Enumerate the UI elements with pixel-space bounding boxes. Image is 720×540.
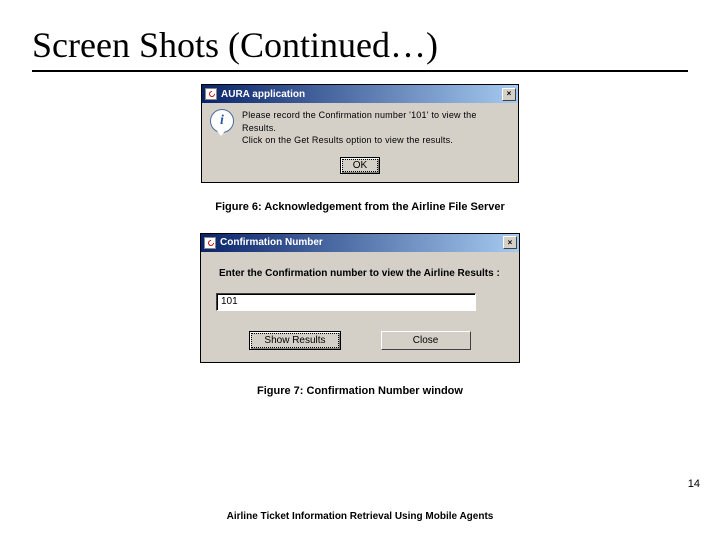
ack-dialog-body: i Please record the Confirmation number … [202, 103, 518, 153]
ack-message-line1: Please record the Confirmation number '1… [242, 109, 510, 134]
ack-message-line2: Click on the Get Results option to view … [242, 134, 510, 147]
titlebar-left: Confirmation Number [204, 237, 323, 249]
ack-button-row: OK [202, 153, 518, 182]
confirmation-prompt: Enter the Confirmation number to view th… [219, 268, 507, 279]
java-icon [205, 88, 217, 100]
confirmation-title: Confirmation Number [220, 237, 323, 248]
confirmation-dialog: Confirmation Number × Enter the Confirma… [200, 233, 520, 363]
info-icon: i [210, 109, 234, 133]
close-icon[interactable]: × [502, 88, 516, 101]
java-icon [204, 237, 216, 249]
title-underline [32, 70, 688, 72]
confirmation-body: Enter the Confirmation number to view th… [201, 252, 519, 362]
close-button[interactable]: Close [381, 331, 471, 350]
confirmation-titlebar: Confirmation Number × [201, 234, 519, 252]
ack-dialog: AURA application × i Please record the C… [201, 84, 519, 183]
page-number: 14 [688, 478, 700, 490]
ack-dialog-title: AURA application [221, 89, 305, 100]
confirmation-input[interactable] [216, 293, 476, 311]
slide-footer: Airline Ticket Information Retrieval Usi… [0, 511, 720, 522]
figures-area: AURA application × i Please record the C… [32, 84, 688, 397]
slide-container: Screen Shots (Continued…) AURA applicati… [0, 0, 720, 540]
ok-button[interactable]: OK [340, 157, 380, 174]
ack-dialog-titlebar: AURA application × [202, 85, 518, 103]
confirmation-button-row: Show Results Close [213, 331, 507, 350]
slide-title: Screen Shots (Continued…) [32, 24, 688, 66]
ack-message: Please record the Confirmation number '1… [242, 109, 510, 147]
show-results-button[interactable]: Show Results [249, 331, 340, 350]
close-icon[interactable]: × [503, 236, 517, 249]
titlebar-left: AURA application [205, 88, 305, 100]
figure6-caption: Figure 6: Acknowledgement from the Airli… [215, 201, 505, 213]
figure7-caption: Figure 7: Confirmation Number window [257, 385, 463, 397]
